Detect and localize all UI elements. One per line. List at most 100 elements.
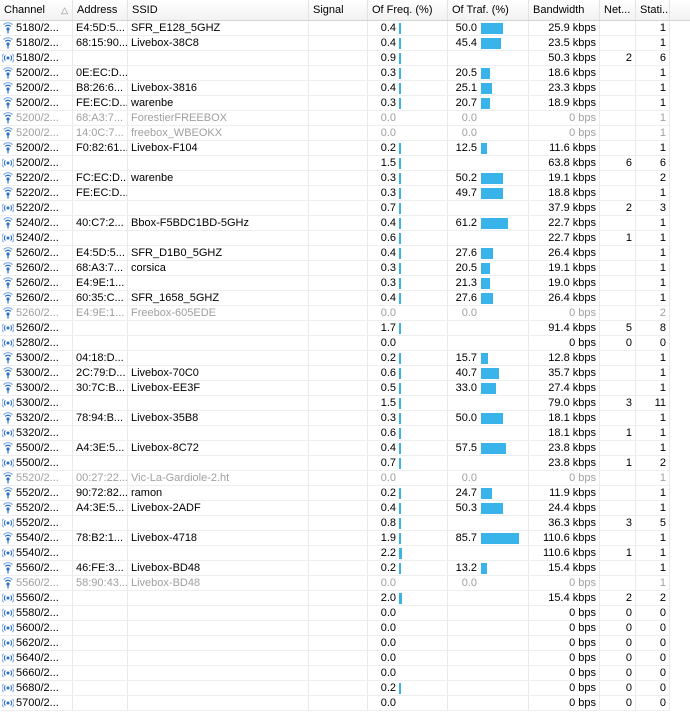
column-header-bandwidth[interactable]: Bandwidth <box>529 0 600 20</box>
table-row[interactable]: 5200/2... B8:26:6... Livebox-3816 0.4 25.1 23… <box>0 81 690 96</box>
table-row[interactable]: 5240/2... 40:C7:2... Bbox-F5BDC1BD-5GHz 0.4… <box>0 216 690 231</box>
column-header-address[interactable]: Address <box>73 0 128 20</box>
of-freq-value: 1.7 <box>380 322 396 334</box>
signal-cell <box>309 261 368 276</box>
channel-value: 5320/2... <box>16 411 59 424</box>
table-row[interactable]: 5260/2... 60:35:C... SFR_1658_5GHZ 0.4 27.6 2… <box>0 291 690 306</box>
column-header-ssid[interactable]: SSID <box>128 0 309 20</box>
ssid-cell <box>128 201 309 216</box>
table-row[interactable]: 5300/2... 2C:79:D... Livebox-70C0 0.6 40.7 35… <box>0 366 690 381</box>
table-row[interactable]: 5500/2... 0.7 23.8 kbps 1 2 <box>0 456 690 471</box>
table-row[interactable]: 5300/2... 04:18:D... 0.2 15.7 12.8 kbps 1 <box>0 351 690 366</box>
of-traf-cell: 27.6 <box>448 246 529 261</box>
table-row[interactable]: 5640/2... 0.0 0 bps 0 0 <box>0 651 690 666</box>
column-header-of-freq[interactable]: Of Freq. (%) <box>368 0 448 20</box>
table-row[interactable]: 5200/2... 1.5 63.8 kbps 6 6 <box>0 156 690 171</box>
table-row[interactable]: 5300/2... 30:7C:B... Livebox-EE3F 0.5 33.0 27… <box>0 381 690 396</box>
column-header-label: SSID <box>132 4 158 16</box>
table-row[interactable]: 5200/2... 68:A3:7... ForestierFREEBOX 0.0 0.… <box>0 111 690 126</box>
ssid-cell <box>128 651 309 666</box>
ssid-cell <box>128 66 309 81</box>
table-row[interactable]: 5520/2... 0.8 36.3 kbps 3 5 <box>0 516 690 531</box>
of-traf-value: 20.5 <box>455 67 477 79</box>
table-row[interactable]: 5520/2... A4:3E:5... Livebox-2ADF 0.4 50.3 24… <box>0 501 690 516</box>
table-row[interactable]: 5560/2... 58:90:43... Livebox-BD48 0.0 0.0 0 … <box>0 576 690 591</box>
table-row[interactable]: 5560/2... 46:FE:3... Livebox-BD48 0.2 13.2 15… <box>0 561 690 576</box>
column-header-signal[interactable]: Signal <box>309 0 368 20</box>
of-traf-bar <box>481 38 501 49</box>
of-freq-bar <box>399 98 401 109</box>
table-row[interactable]: 5240/2... 0.6 22.7 kbps 1 1 <box>0 231 690 246</box>
channel-cell: 5200/2... <box>0 156 73 171</box>
of-freq-cell: 0.3 <box>368 186 448 201</box>
table-row[interactable]: 5600/2... 0.0 0 bps 0 0 <box>0 621 690 636</box>
of-freq-value: 0.3 <box>380 262 396 274</box>
table-row[interactable]: 5560/2... 2.0 15.4 kbps 2 2 <box>0 591 690 606</box>
networks-cell: 1 <box>600 426 636 441</box>
wireless-network-icon <box>2 22 14 34</box>
of-traf-cell <box>448 681 529 696</box>
of-traf-cell: 0.0 <box>448 126 529 141</box>
of-freq-cell: 0.0 <box>368 576 448 591</box>
table-row[interactable]: 5260/2... E4:5D:5... SFR_D1B0_5GHZ 0.4 27.6 2… <box>0 246 690 261</box>
channel-cell: 5260/2... <box>0 246 73 261</box>
column-header-stations[interactable]: Stati... <box>636 0 670 20</box>
table-row[interactable]: 5260/2... 68:A3:7... corsica 0.3 20.5 19.1 kb… <box>0 261 690 276</box>
bandwidth-cell: 23.8 kbps <box>529 441 600 456</box>
stations-cell: 0 <box>636 681 670 696</box>
stations-cell: 0 <box>636 696 670 711</box>
table-row[interactable]: 5620/2... 0.0 0 bps 0 0 <box>0 636 690 651</box>
ssid-cell: SFR_1658_5GHZ <box>128 291 309 306</box>
table-row[interactable]: 5320/2... 0.6 18.1 kbps 1 1 <box>0 426 690 441</box>
table-row[interactable]: 5260/2... 1.7 91.4 kbps 5 8 <box>0 321 690 336</box>
address-cell: 0E:EC:D... <box>73 66 128 81</box>
table-row[interactable]: 5220/2... 0.7 37.9 kbps 2 3 <box>0 201 690 216</box>
table-row[interactable]: 5520/2... 90:72:82... ramon 0.2 24.7 11.9 kbp… <box>0 486 690 501</box>
table-row[interactable]: 5260/2... E4:9E:1... 0.3 21.3 19.0 kbps 1 <box>0 276 690 291</box>
column-header-networks[interactable]: Net... <box>600 0 636 20</box>
networks-cell: 2 <box>600 201 636 216</box>
of-traf-value <box>448 321 477 335</box>
table-row[interactable]: 5200/2... 0E:EC:D... 0.3 20.5 18.6 kbps 1 <box>0 66 690 81</box>
of-freq-cell: 0.4 <box>368 291 448 306</box>
of-freq-value: 0.4 <box>380 37 396 49</box>
table-row[interactable]: 5280/2... 0.0 0 bps 0 0 <box>0 336 690 351</box>
table-row[interactable]: 5700/2... 0.0 0 bps 0 0 <box>0 696 690 711</box>
table-row[interactable]: 5320/2... 78:94:B... Livebox-35B8 0.3 50.0 18… <box>0 411 690 426</box>
channel-value: 5300/2... <box>16 381 59 394</box>
of-traf-value: 15.7 <box>455 352 477 364</box>
table-row[interactable]: 5200/2... FE:EC:D... warenbe 0.3 20.7 18.9 kb… <box>0 96 690 111</box>
channel-cell: 5220/2... <box>0 171 73 186</box>
table-row[interactable]: 5300/2... 1.5 79.0 kbps 3 11 <box>0 396 690 411</box>
table-row[interactable]: 5540/2... 2.2 110.6 kbps 1 1 <box>0 546 690 561</box>
table-row[interactable]: 5220/2... FE:EC:D... 0.3 49.7 18.8 kbps 1 <box>0 186 690 201</box>
table-row[interactable]: 5260/2... E4:9E:1... Freebox-605EDE 0.0 0.0 0… <box>0 306 690 321</box>
bandwidth-cell: 0 bps <box>529 651 600 666</box>
table-row[interactable]: 5180/2... 0.9 50.3 kbps 2 6 <box>0 51 690 66</box>
table-row[interactable]: 5680/2... 0.2 0 bps 0 0 <box>0 681 690 696</box>
table-row[interactable]: 5520/2... 00:27:22... Vic-La-Gardiole-2.ht… <box>0 471 690 486</box>
column-header-channel[interactable]: Channel △ <box>0 0 73 20</box>
table-row[interactable]: 5200/2... 14:0C:7... freebox_WBEOKX 0.0 0.0 0… <box>0 126 690 141</box>
table-row[interactable]: 5220/2... FC:EC:D... warenbe 0.3 50.2 19.1 kb… <box>0 171 690 186</box>
table-row[interactable]: 5540/2... 78:B2:1... Livebox-4718 1.9 85.7 11… <box>0 531 690 546</box>
table-row[interactable]: 5660/2... 0.0 0 bps 0 0 <box>0 666 690 681</box>
channel-cell: 5700/2... <box>0 696 73 711</box>
stations-cell: 1 <box>636 186 670 201</box>
column-header-of-traf[interactable]: Of Traf. (%) <box>448 0 529 20</box>
channel-value: 5220/2... <box>16 201 59 214</box>
sort-ascending-icon: △ <box>61 5 68 15</box>
table-row[interactable]: 5200/2... F0:82:61... Livebox-F104 0.2 12.5 1… <box>0 141 690 156</box>
of-freq-cell: 0.4 <box>368 246 448 261</box>
signal-cell <box>309 231 368 246</box>
of-traf-bar <box>481 218 508 229</box>
channel-group-icon <box>1 322 15 334</box>
frequency-usage-table[interactable]: Channel △ Address SSID Signal Of Freq. (… <box>0 0 690 711</box>
table-row[interactable]: 5580/2... 0.0 0 bps 0 0 <box>0 606 690 621</box>
of-freq-value: 0.5 <box>380 382 396 394</box>
table-row[interactable]: 5500/2... A4:3E:5... Livebox-8C72 0.4 57.5 23… <box>0 441 690 456</box>
channel-group-icon <box>1 592 15 604</box>
table-row[interactable]: 5180/2... 68:15:90... Livebox-38C8 0.4 45.4 2… <box>0 36 690 51</box>
address-cell <box>73 426 128 441</box>
table-row[interactable]: 5180/2... E4:5D:5... SFR_E128_5GHZ 0.4 50.0 2… <box>0 21 690 36</box>
